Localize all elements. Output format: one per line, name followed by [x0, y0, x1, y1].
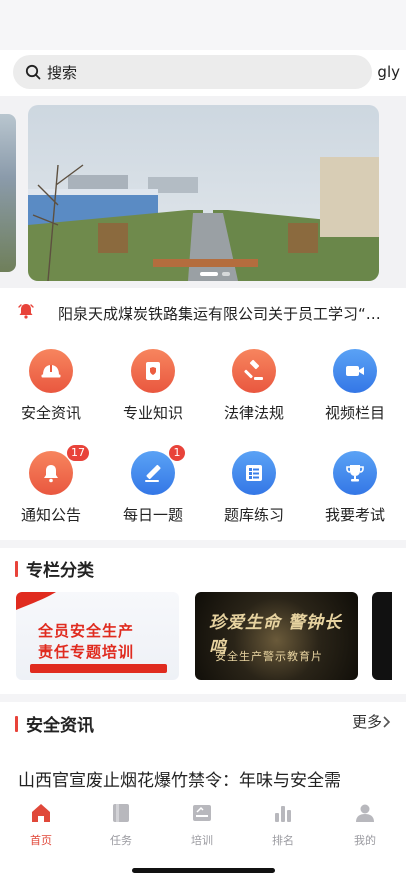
banner-dot-active — [200, 272, 218, 276]
more-label: 更多 — [351, 713, 382, 731]
search-placeholder: 搜索 — [47, 63, 78, 82]
columns-carousel[interactable]: 全员安全生产 责任专题培训 珍爱生命 警钟长鸣 安全生产警示教育片 — [0, 592, 406, 680]
chevron-right-icon — [383, 715, 391, 728]
tab-label: 我的 — [354, 834, 376, 847]
search-icon — [25, 64, 41, 80]
grid-item-notices[interactable]: 17 通知公告 — [5, 445, 97, 525]
task-icon — [113, 804, 129, 822]
tab-label: 首页 — [30, 834, 52, 847]
grid-label: 安全资讯 — [20, 404, 81, 422]
banner-dot — [222, 272, 230, 276]
tab-ranking[interactable]: 排名 — [253, 801, 313, 848]
status-bar — [0, 0, 406, 50]
list-icon-circle — [232, 451, 276, 495]
flag-icon — [16, 592, 56, 610]
grid-item-laws[interactable]: 法律法规 — [208, 349, 300, 423]
notification-badge: 17 — [67, 445, 89, 461]
home-icon — [32, 804, 50, 822]
banner-carousel[interactable] — [0, 96, 406, 288]
news-item-title[interactable]: 山西官宣废止烟花爆竹禁令：年味与安全需 — [18, 766, 398, 791]
bell-icon — [44, 465, 58, 483]
profile-icon — [356, 804, 374, 822]
title-accent-bar — [15, 560, 18, 577]
helmet-icon-circle — [29, 349, 73, 393]
column-card-line2: 责任专题培训 — [38, 643, 135, 661]
banner-indicator — [200, 272, 230, 276]
grid-item-exam[interactable]: 我要考试 — [309, 451, 401, 525]
notice-text: 阳泉天成煤炭铁路集运有限公司关于员工学习“… — [58, 305, 381, 323]
banner-image[interactable] — [28, 105, 379, 281]
home-indicator — [132, 868, 275, 873]
tab-training[interactable]: 培训 — [172, 801, 232, 848]
banner-prev-slide[interactable] — [0, 114, 16, 272]
pencil-icon — [145, 464, 161, 482]
tab-home[interactable]: 首页 — [11, 801, 71, 848]
tab-profile[interactable]: 我的 — [335, 801, 395, 848]
tab-label: 培训 — [191, 834, 213, 847]
columns-title-text: 专栏分类 — [26, 561, 94, 581]
search-input[interactable]: 搜索 — [13, 55, 372, 89]
news-section-title: 安全资讯 — [15, 711, 94, 736]
grid-label: 每日一题 — [122, 506, 183, 524]
tab-tasks[interactable]: 任务 — [91, 801, 151, 848]
gavel-icon — [244, 359, 263, 380]
pencil-icon-circle: 1 — [131, 445, 185, 495]
title-accent-bar — [15, 715, 18, 732]
notice-bar[interactable]: 阳泉天成煤炭铁路集运有限公司关于员工学习“… — [0, 288, 406, 332]
grid-item-knowledge[interactable]: 专业知识 — [107, 349, 199, 423]
column-card-strip — [30, 664, 167, 673]
list-icon — [246, 465, 262, 481]
tab-label: 排名 — [272, 834, 294, 847]
alarm-bell-icon — [18, 304, 34, 319]
grid-item-daily-question[interactable]: 1 每日一题 — [107, 445, 199, 525]
section-divider — [0, 540, 406, 548]
gavel-icon-circle — [232, 349, 276, 393]
user-name[interactable]: gly — [377, 63, 400, 81]
feature-grid: 安全资讯 专业知识 法律法规 视频栏目 17 通知公告 1 每日一题 题库练习 … — [0, 334, 406, 540]
grid-label: 我要考试 — [324, 506, 385, 524]
more-link[interactable]: 更多 — [352, 711, 392, 732]
column-card-next[interactable] — [372, 592, 392, 680]
grid-label: 法律法规 — [223, 404, 284, 422]
search-row: 搜索 gly — [0, 55, 406, 89]
grid-label: 通知公告 — [20, 506, 81, 524]
ranking-icon — [275, 806, 291, 822]
book-icon — [146, 362, 160, 380]
book-icon-circle — [131, 349, 175, 393]
training-icon — [193, 805, 211, 821]
trophy-icon — [346, 465, 364, 482]
columns-section-title: 专栏分类 — [15, 556, 94, 581]
news-title-text: 安全资讯 — [26, 716, 94, 736]
notification-badge: 1 — [169, 445, 185, 461]
helmet-icon — [41, 365, 61, 378]
grid-item-safety-news[interactable]: 安全资讯 — [5, 349, 97, 423]
trophy-icon-circle — [333, 451, 377, 495]
video-icon — [346, 366, 364, 376]
grid-item-video[interactable]: 视频栏目 — [309, 349, 401, 423]
column-card-warning-video[interactable]: 珍爱生命 警钟长鸣 安全生产警示教育片 — [195, 592, 358, 680]
grid-label: 视频栏目 — [324, 404, 385, 422]
column-card-line2: 安全生产警示教育片 — [215, 650, 323, 663]
grid-label: 题库练习 — [223, 506, 284, 524]
column-card-responsibility[interactable]: 全员安全生产 责任专题培训 — [16, 592, 179, 680]
grid-item-question-bank[interactable]: 题库练习 — [208, 451, 300, 525]
grid-label: 专业知识 — [122, 404, 183, 422]
column-card-line1: 全员安全生产 — [38, 622, 135, 640]
section-divider — [0, 694, 406, 702]
bottom-tab-bar: 首页 任务 培训 排名 我的 — [0, 795, 406, 849]
bell-icon-circle: 17 — [29, 445, 89, 495]
tab-label: 任务 — [110, 834, 132, 847]
video-icon-circle — [333, 349, 377, 393]
